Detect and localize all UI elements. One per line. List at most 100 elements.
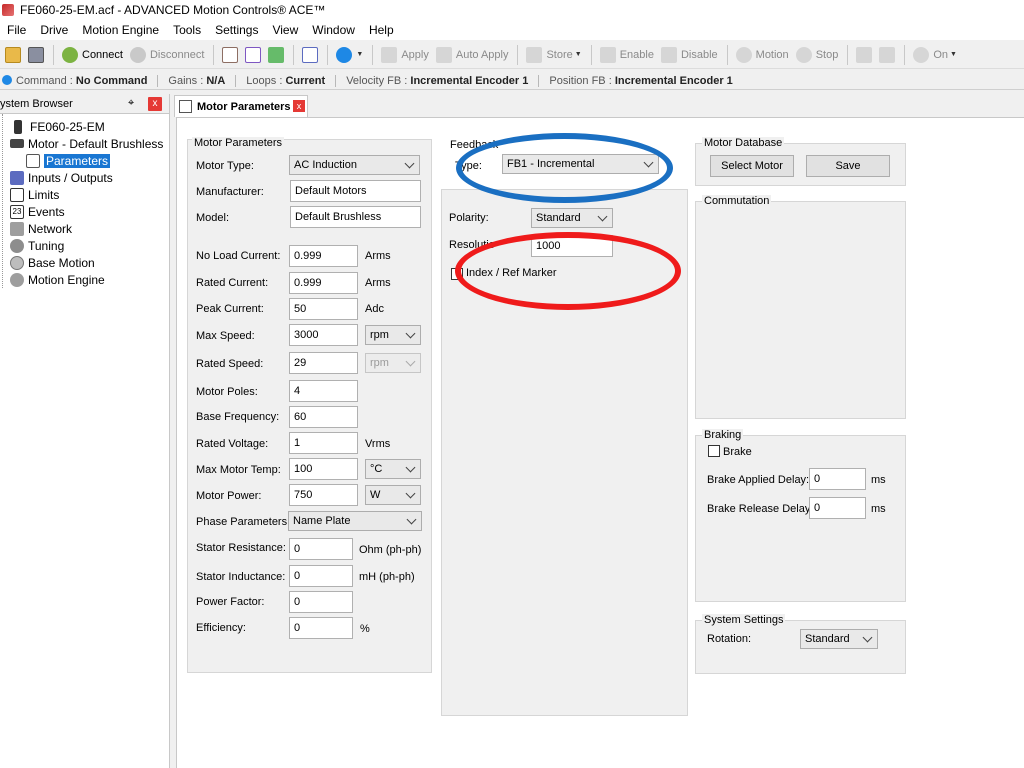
tree-item-network[interactable]: Network bbox=[0, 220, 169, 237]
menu-view[interactable]: View bbox=[265, 23, 305, 37]
disconnect-button[interactable]: Disconnect bbox=[127, 44, 207, 66]
store-button[interactable]: Store ▼ bbox=[523, 44, 584, 66]
help-button[interactable]: ▼ bbox=[333, 44, 366, 66]
tree-item-limits[interactable]: Limits bbox=[0, 186, 169, 203]
gear-icon bbox=[10, 255, 24, 270]
tree-item-events[interactable]: 23 Events bbox=[0, 203, 169, 220]
motor-power-unit-select[interactable]: W bbox=[365, 485, 421, 505]
max-speed-unit-select[interactable]: rpm bbox=[365, 325, 421, 345]
resolution-field[interactable]: 1000 bbox=[531, 235, 613, 257]
on-button[interactable]: On ▼ bbox=[910, 44, 960, 66]
export-button[interactable] bbox=[876, 44, 898, 66]
power-factor-field[interactable]: 0 bbox=[289, 591, 353, 613]
manufacturer-field[interactable]: Default Motors bbox=[290, 180, 421, 202]
brake-release-delay-field[interactable]: 0 bbox=[809, 497, 866, 519]
system-browser-title: ystem Browser bbox=[0, 97, 73, 110]
motion-button[interactable]: Motion bbox=[733, 44, 792, 66]
motor-icon bbox=[10, 139, 24, 148]
menu-tools[interactable]: Tools bbox=[166, 23, 208, 37]
close-icon[interactable]: x bbox=[148, 97, 162, 111]
max-speed-field[interactable]: 3000 bbox=[289, 324, 358, 346]
menu-help[interactable]: Help bbox=[362, 23, 401, 37]
phase-parameters-select[interactable]: Name Plate bbox=[288, 511, 422, 531]
efficiency-label: Efficiency: bbox=[196, 622, 246, 634]
stator-inductance-label: Stator Inductance: bbox=[196, 571, 286, 583]
chevron-down-icon bbox=[407, 514, 417, 524]
status-gains: Gains : N/A bbox=[158, 74, 237, 87]
connect-button[interactable]: Connect bbox=[59, 44, 126, 66]
pin-icon[interactable]: ⌖ bbox=[128, 97, 134, 110]
store-label: Store bbox=[546, 48, 573, 61]
tree-item-motion-engine[interactable]: Motion Engine bbox=[0, 271, 169, 288]
scope-button[interactable] bbox=[853, 44, 875, 66]
edit-button[interactable] bbox=[299, 44, 321, 66]
menu-window[interactable]: Window bbox=[305, 23, 362, 37]
stator-inductance-field[interactable]: 0 bbox=[289, 565, 353, 587]
rated-speed-field[interactable]: 29 bbox=[289, 352, 358, 374]
braking-title: Braking bbox=[702, 429, 744, 441]
rated-voltage-unit: Vrms bbox=[365, 438, 391, 450]
chevron-down-icon bbox=[863, 632, 873, 642]
model-field[interactable]: Default Brushless bbox=[290, 206, 421, 228]
tab-motor-parameters[interactable]: Motor Parameters x bbox=[174, 95, 308, 117]
scope-icon bbox=[856, 46, 873, 63]
stator-resistance-field[interactable]: 0 bbox=[289, 538, 353, 560]
rated-speed-unit-select[interactable]: rpm bbox=[365, 353, 421, 373]
tree-item-base-motion[interactable]: Base Motion bbox=[0, 254, 169, 271]
max-motor-temp-field[interactable]: 100 bbox=[289, 458, 358, 480]
store-icon bbox=[526, 46, 543, 63]
tree-item-inputs-outputs[interactable]: Inputs / Outputs bbox=[0, 169, 169, 186]
chevron-down-icon bbox=[406, 462, 416, 472]
parameters-view-button[interactable] bbox=[242, 44, 264, 66]
efficiency-field[interactable]: 0 bbox=[289, 617, 353, 639]
motor-type-select[interactable]: AC Induction bbox=[289, 155, 420, 175]
motor-power-field[interactable]: 750 bbox=[289, 484, 358, 506]
feedback-type-select[interactable]: FB1 - Incremental bbox=[502, 154, 659, 174]
tree-item-drive[interactable]: FE060-25-EM bbox=[0, 118, 169, 135]
peak-current-field[interactable]: 50 bbox=[289, 298, 358, 320]
enable-button[interactable]: Enable bbox=[597, 44, 657, 66]
no-load-current-field[interactable]: 0.999 bbox=[289, 245, 358, 267]
brake-applied-delay-field[interactable]: 0 bbox=[809, 468, 866, 490]
max-motor-temp-unit-select[interactable]: °C bbox=[365, 459, 421, 479]
phase-parameters-label: Phase Parameters: bbox=[196, 516, 291, 528]
enable-icon bbox=[599, 46, 616, 63]
report-button[interactable] bbox=[219, 44, 241, 66]
polarity-select[interactable]: Standard bbox=[531, 208, 613, 228]
menu-motion-engine[interactable]: Motion Engine bbox=[75, 23, 166, 37]
rated-voltage-field[interactable]: 1 bbox=[289, 432, 358, 454]
info-icon bbox=[2, 74, 12, 85]
app-logo-icon bbox=[2, 4, 14, 16]
menu-drive[interactable]: Drive bbox=[33, 23, 75, 37]
menu-file[interactable]: File bbox=[0, 23, 33, 37]
apply-icon bbox=[381, 46, 398, 63]
save-file-button[interactable] bbox=[25, 44, 47, 66]
base-frequency-field[interactable]: 60 bbox=[289, 406, 358, 428]
index-marker-checkbox[interactable] bbox=[451, 268, 463, 280]
menu-bar: File Drive Motion Engine Tools Settings … bbox=[0, 20, 1024, 40]
stop-label: Stop bbox=[815, 48, 839, 61]
auto-apply-button[interactable]: Auto Apply bbox=[433, 44, 512, 66]
dropdown-arrow-icon: ▼ bbox=[356, 51, 364, 58]
network-icon bbox=[10, 221, 24, 236]
tree-item-parameters[interactable]: Parameters bbox=[0, 152, 169, 169]
rated-current-field[interactable]: 0.999 bbox=[289, 272, 358, 294]
stop-button[interactable]: Stop bbox=[793, 44, 842, 66]
connect-label: Connect bbox=[82, 48, 123, 61]
add-icon bbox=[268, 46, 285, 63]
disable-button[interactable]: Disable bbox=[658, 44, 721, 66]
brake-checkbox[interactable] bbox=[708, 445, 720, 457]
chevron-down-icon bbox=[644, 157, 654, 167]
tree-item-motor[interactable]: Motor - Default Brushless bbox=[0, 135, 169, 152]
select-motor-button[interactable]: Select Motor bbox=[710, 155, 794, 177]
close-icon[interactable]: x bbox=[293, 100, 305, 112]
motor-poles-field[interactable]: 4 bbox=[289, 380, 358, 402]
add-button[interactable] bbox=[265, 44, 287, 66]
rotation-select[interactable]: Standard bbox=[800, 629, 878, 649]
tree-item-tuning[interactable]: Tuning bbox=[0, 237, 169, 254]
save-button[interactable]: Save bbox=[806, 155, 890, 177]
open-button[interactable] bbox=[2, 44, 24, 66]
apply-button[interactable]: Apply bbox=[378, 44, 432, 66]
tab-label: Motor Parameters bbox=[197, 100, 291, 113]
menu-settings[interactable]: Settings bbox=[208, 23, 265, 37]
